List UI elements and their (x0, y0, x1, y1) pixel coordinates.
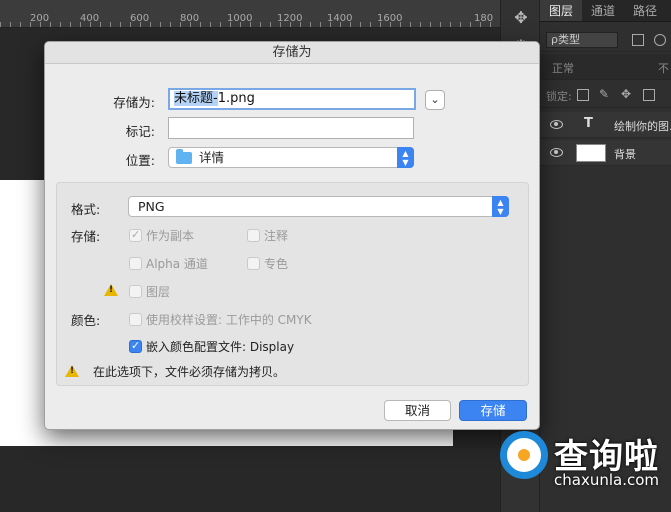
chevron-updown-icon: ▲ ▼ (492, 196, 509, 217)
filename-selected-text: 未标题- (174, 91, 218, 106)
watermark-domain-text: chaxunla.com (554, 471, 659, 489)
filename-input[interactable]: 未标题-1.png (168, 88, 416, 110)
location-select[interactable]: 详情 ▲ ▼ (168, 147, 414, 168)
image-filter-icon[interactable] (632, 34, 644, 46)
format-select[interactable]: PNG ▲ ▼ (128, 196, 509, 217)
layer-name: 绘制你的图... (614, 120, 671, 133)
layers-label: 图层 (146, 285, 171, 299)
warning-icon (65, 365, 79, 377)
save-button[interactable]: 存储 (459, 400, 527, 421)
use-proof-setup-label: 使用校样设置: 工作中的 CMYK (146, 313, 312, 327)
save-as-label: 存储为: (113, 95, 155, 110)
ruler-ticks (0, 22, 500, 27)
watermark: 查询啦 chaxunla.com (490, 425, 671, 505)
spot-colors-checkbox[interactable] (247, 257, 260, 270)
tags-label: 标记: (125, 124, 155, 139)
tags-input[interactable] (168, 117, 414, 139)
as-copy-checkbox[interactable] (129, 228, 142, 242)
dialog-title: 存储为 (45, 42, 539, 64)
embed-color-profile-label: 嵌入颜色配置文件: Display (146, 340, 295, 354)
notes-label: 注释 (264, 229, 289, 243)
layers-panel-tabs: 图层 通道 路径 (540, 0, 671, 22)
watermark-logo-icon (500, 431, 548, 479)
filename-extension-text: 1.png (217, 91, 255, 106)
layer-row[interactable]: T 绘制你的图... (540, 112, 671, 138)
alpha-channels-label: Alpha 通道 (146, 257, 208, 271)
artboard-lock-icon[interactable] (643, 89, 655, 101)
location-label: 位置: (125, 153, 155, 168)
blend-mode-select[interactable]: 正常 (552, 60, 574, 76)
save-label: 存储: (71, 229, 101, 244)
tab-channels[interactable]: 通道 (582, 0, 624, 21)
layer-thumbnail (576, 144, 606, 162)
kind-filter-select[interactable]: ρ类型 (546, 32, 618, 48)
save-as-copy-warning: 在此选项下，文件必须存储为拷贝。 (93, 365, 286, 379)
use-proof-setup-checkbox[interactable] (129, 313, 142, 326)
alpha-channels-checkbox[interactable] (129, 257, 142, 270)
save-options-panel: 格式: PNG ▲▼ 存储: 作为副本 注释 Alpha 通道 专色 图层 颜色… (56, 182, 529, 386)
blend-mode-row: 正常 不 (540, 54, 671, 80)
layer-filter-row: ρ类型 (540, 26, 671, 52)
notes-checkbox[interactable] (247, 229, 260, 242)
layer-name: 背景 (614, 148, 636, 161)
format-label: 格式: (71, 202, 101, 217)
warning-icon (104, 284, 118, 296)
adjustment-filter-icon[interactable] (654, 34, 666, 46)
tab-paths[interactable]: 路径 (624, 0, 666, 21)
cancel-button[interactable]: 取消 (384, 400, 451, 421)
move-lock-icon[interactable]: ✥ (621, 88, 633, 101)
format-value: PNG (138, 199, 165, 214)
opacity-label: 不 (658, 62, 669, 75)
horizontal-ruler: 200 400 600 800 1000 1200 1400 1600 180 (0, 0, 500, 28)
color-label: 颜色: (71, 313, 101, 328)
visibility-eye-icon[interactable] (550, 120, 563, 129)
save-as-dialog: 存储为 存储为: 未标题-1.png ⌄ 标记: 位置: 详情 ▲ ▼ 格式: P… (44, 41, 540, 430)
text-layer-icon: T (584, 116, 593, 131)
lock-pixels-icon[interactable] (577, 89, 589, 101)
visibility-eye-icon[interactable] (550, 148, 563, 157)
as-copy-label: 作为副本 (146, 229, 195, 243)
layers-checkbox[interactable] (129, 285, 142, 298)
puzzle-icon[interactable]: ✥ (511, 8, 531, 28)
lock-label: 锁定: (546, 90, 572, 103)
spot-colors-label: 专色 (264, 257, 289, 271)
location-value: 详情 (199, 150, 225, 165)
tab-layers[interactable]: 图层 (540, 0, 583, 21)
expand-dialog-button[interactable]: ⌄ (425, 90, 445, 110)
layer-row[interactable]: 背景 (540, 140, 671, 166)
brush-lock-icon[interactable]: ✎ (599, 88, 611, 101)
lock-row: 锁定: ✎ ✥ (540, 82, 671, 108)
folder-icon (176, 149, 192, 164)
embed-color-profile-checkbox[interactable] (129, 339, 142, 353)
chevron-updown-icon: ▲ ▼ (397, 147, 414, 168)
